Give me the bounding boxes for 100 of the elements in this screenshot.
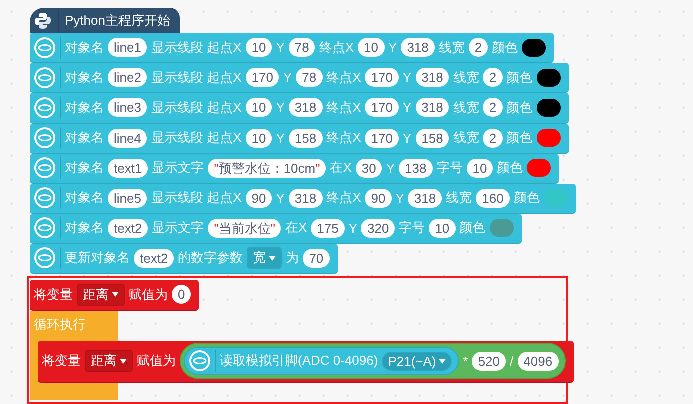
value-field[interactable]: 2 bbox=[468, 38, 488, 58]
value-field[interactable]: 318 bbox=[416, 98, 450, 118]
text-field[interactable]: "当前水位" bbox=[208, 218, 282, 238]
value-field[interactable]: text2 bbox=[134, 248, 174, 268]
value-field[interactable]: 318 bbox=[408, 188, 442, 208]
block-label: 显示线段 起点X bbox=[151, 189, 242, 208]
color-swatch[interactable] bbox=[527, 159, 552, 178]
value-field[interactable]: 10 bbox=[358, 38, 385, 58]
value-field[interactable]: 170 bbox=[365, 128, 399, 148]
value-field[interactable]: 170 bbox=[365, 98, 399, 118]
hat-block[interactable]: Python主程序开始 bbox=[30, 8, 180, 34]
block-label: 终点X bbox=[319, 38, 354, 57]
math-block[interactable]: 读取模拟引脚(ADC 0-4096) P21(~A) * 520 / 4096 bbox=[180, 343, 566, 380]
dropdown[interactable]: 距离 bbox=[77, 284, 125, 306]
value-field[interactable]: 30 bbox=[356, 158, 382, 178]
value-field[interactable]: 0 bbox=[172, 285, 192, 304]
value-field[interactable]: 170 bbox=[246, 68, 280, 88]
caret-icon bbox=[439, 358, 446, 364]
code-block[interactable]: 对象名 text1 显示文字 "预警水位：10cm" 在X 30 Y 138 字号 10 颜色 bbox=[30, 154, 560, 184]
color-swatch[interactable] bbox=[522, 38, 546, 57]
block-label: 字号 bbox=[399, 219, 426, 238]
block-label: 对象名 bbox=[65, 68, 104, 87]
value-field[interactable]: 175 bbox=[311, 218, 345, 238]
value-field[interactable]: 318 bbox=[401, 38, 435, 58]
value-field[interactable]: 10 bbox=[246, 98, 272, 118]
block-label: 赋值为 bbox=[129, 286, 168, 304]
value-field[interactable]: 160 bbox=[476, 188, 510, 208]
color-swatch[interactable] bbox=[490, 219, 514, 238]
value-field[interactable]: 70 bbox=[303, 248, 330, 268]
block-label: 颜色 bbox=[460, 219, 486, 238]
color-swatch[interactable] bbox=[536, 68, 561, 87]
ellipse-icon bbox=[34, 247, 56, 270]
code-block[interactable]: 更新对象名 text2 的数字参数 宽 为 70 bbox=[30, 244, 338, 274]
block-label: 显示线段 起点X bbox=[151, 98, 242, 117]
block-label: 读取模拟引脚(ADC 0-4096) bbox=[220, 352, 378, 370]
value-field[interactable]: 10 bbox=[246, 128, 272, 148]
code-block[interactable]: 对象名 line5 显示线段 起点X 90 Y 318 终点X 90 Y 318 线宽 160 颜色 bbox=[30, 184, 576, 214]
value-field[interactable]: line2 bbox=[108, 68, 148, 88]
code-block[interactable]: 对象名 line4 显示线段 起点X 10 Y 158 终点X 170 Y 158 线宽 2 颜色 bbox=[30, 124, 569, 154]
block-label: 对象名 bbox=[65, 129, 104, 148]
value-field[interactable]: 318 bbox=[288, 188, 323, 208]
block-label: 线宽 bbox=[453, 129, 480, 148]
value-field[interactable]: line5 bbox=[108, 188, 148, 208]
color-swatch[interactable] bbox=[536, 98, 561, 117]
block-label: 线宽 bbox=[453, 68, 480, 87]
code-block[interactable]: 对象名 text2 显示文字 "当前水位" 在X 175 Y 320 字号 10 颜色 bbox=[30, 214, 522, 244]
block-label: Y bbox=[402, 130, 412, 146]
value-field[interactable]: text2 bbox=[108, 218, 148, 238]
value-field[interactable]: text1 bbox=[108, 158, 148, 178]
code-block[interactable]: 将变量 距离 赋值为 0 bbox=[30, 280, 200, 311]
ellipse-icon bbox=[34, 96, 56, 119]
value-field[interactable]: 520 bbox=[472, 352, 506, 371]
logo-icon bbox=[34, 12, 52, 30]
block-label: 为 bbox=[286, 249, 300, 268]
value-field[interactable]: 138 bbox=[399, 158, 433, 178]
block-label: 显示线段 起点X bbox=[151, 38, 242, 57]
dropdown[interactable]: 距离 bbox=[85, 350, 133, 372]
value-field[interactable]: line1 bbox=[108, 38, 148, 58]
block-label: 对象名 bbox=[65, 219, 104, 238]
value-field[interactable]: 10 bbox=[246, 38, 272, 58]
text-field[interactable]: "预警水位：10cm" bbox=[208, 158, 326, 178]
ellipse-icon bbox=[34, 217, 56, 240]
value-field[interactable]: 2 bbox=[483, 68, 503, 88]
color-swatch[interactable] bbox=[536, 129, 561, 148]
block-label: / bbox=[510, 354, 514, 369]
value-field[interactable]: 170 bbox=[365, 68, 399, 88]
value-field[interactable]: 78 bbox=[296, 68, 323, 88]
value-field[interactable]: 4096 bbox=[518, 352, 559, 371]
value-field[interactable]: 158 bbox=[288, 128, 323, 148]
value-field[interactable]: 320 bbox=[361, 218, 396, 238]
block-label: 线宽 bbox=[446, 189, 472, 208]
block-label: Y bbox=[388, 40, 398, 56]
block-label: 对象名 bbox=[65, 159, 104, 178]
code-block[interactable]: 对象名 line2 显示线段 起点X 170 Y 78 终点X 170 Y 318 线宽 2 颜色 bbox=[30, 63, 569, 94]
block-label: 线宽 bbox=[453, 98, 480, 117]
code-block[interactable]: 对象名 line1 显示线段 起点X 10 Y 78 终点X 10 Y 318 线宽 2 颜色 bbox=[30, 33, 554, 64]
value-field[interactable]: 90 bbox=[246, 188, 272, 208]
value-field[interactable]: 318 bbox=[416, 68, 450, 88]
value-field[interactable]: 10 bbox=[429, 218, 456, 238]
caret-icon bbox=[112, 292, 119, 298]
block-label: 将变量 bbox=[42, 352, 81, 370]
value-field[interactable]: 10 bbox=[466, 158, 494, 178]
ellipse-icon bbox=[189, 350, 211, 372]
block-label: 显示线段 起点X bbox=[151, 68, 242, 87]
value-field[interactable]: 158 bbox=[416, 128, 450, 148]
block-label: Y bbox=[348, 220, 358, 236]
block-label: Y bbox=[276, 130, 285, 146]
value-field[interactable]: 78 bbox=[288, 38, 316, 58]
value-field[interactable]: 318 bbox=[288, 98, 323, 118]
block-label: 颜色 bbox=[514, 189, 540, 208]
value-field[interactable]: 90 bbox=[365, 188, 392, 208]
block-label: Y bbox=[386, 160, 396, 176]
code-block[interactable]: 对象名 line3 显示线段 起点X 10 Y 318 终点X 170 Y 318 线宽 2 颜色 bbox=[30, 93, 569, 124]
value-field[interactable]: line3 bbox=[108, 98, 148, 118]
value-field[interactable]: 2 bbox=[483, 98, 503, 118]
loop-block[interactable]: 循环执行 将变量 距离 赋值为 读取模拟引脚(ADC 0-4096) P21(~A) * 520 / 4096 bbox=[30, 310, 574, 400]
value-field[interactable]: line4 bbox=[108, 128, 148, 148]
code-block[interactable]: 将变量 距离 赋值为 读取模拟引脚(ADC 0-4096) P21(~A) * 520 / 4096 bbox=[38, 340, 574, 383]
value-field[interactable]: 2 bbox=[483, 128, 503, 148]
block-label: 终点X bbox=[326, 68, 362, 87]
